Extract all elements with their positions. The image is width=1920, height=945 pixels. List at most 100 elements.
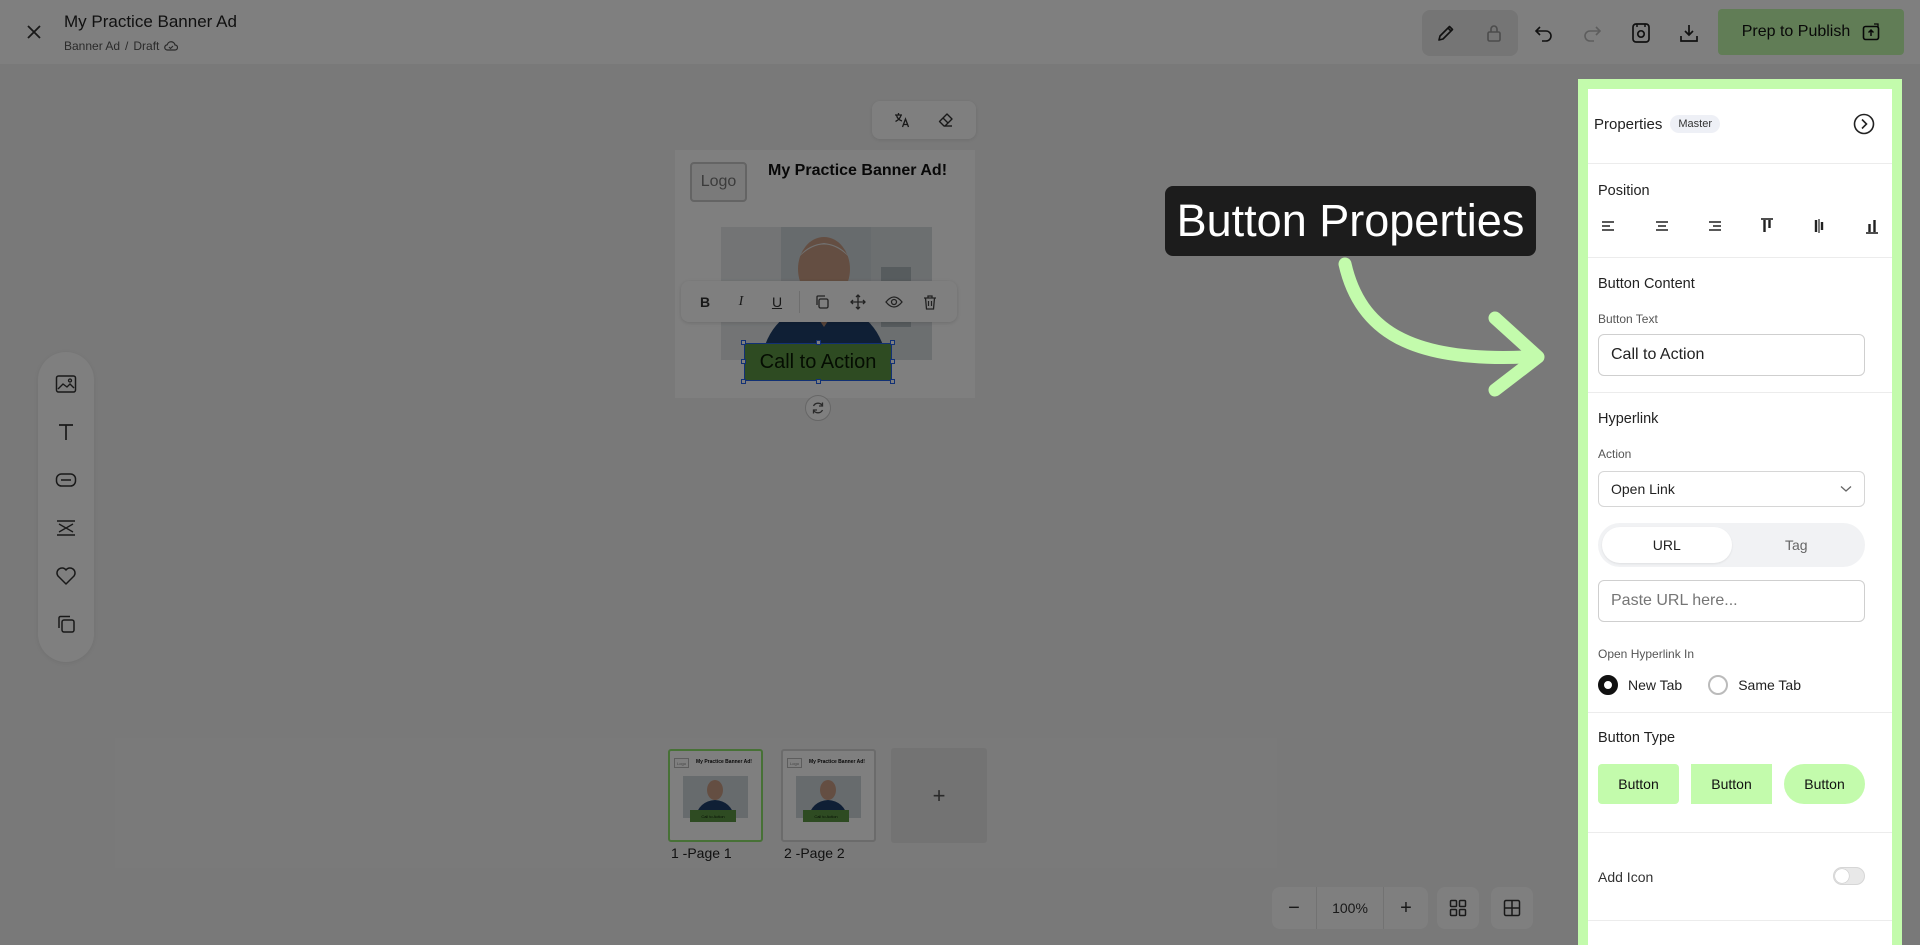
resize-handle[interactable] <box>816 379 821 384</box>
eraser-icon[interactable] <box>931 105 961 135</box>
align-left-icon[interactable] <box>1598 215 1620 237</box>
align-center-icon[interactable] <box>1651 215 1673 237</box>
thumb-logo: Logo <box>674 758 689 768</box>
action-select[interactable]: Open Link <box>1598 471 1865 507</box>
page-thumbnail-2[interactable]: Logo My Practice Banner Ad! Call to Acti… <box>781 749 876 842</box>
align-right-icon[interactable] <box>1703 215 1725 237</box>
button-text-input[interactable] <box>1598 334 1865 376</box>
publish-label: Prep to Publish <box>1741 23 1851 40</box>
image-icon[interactable] <box>54 372 78 396</box>
panel-title: Properties <box>1594 115 1663 133</box>
breadcrumb-status: Draft <box>133 39 160 53</box>
cta-button-selected[interactable]: Call to Action <box>744 343 892 381</box>
move-icon[interactable] <box>840 287 876 317</box>
zoom-controls: − 100% + <box>1272 887 1428 929</box>
radio-unselected[interactable] <box>1708 675 1729 695</box>
banner-logo[interactable]: Logo <box>690 162 747 202</box>
delete-icon[interactable] <box>912 287 948 317</box>
resize-handle[interactable] <box>741 340 746 345</box>
action-label: Action <box>1598 447 1632 461</box>
button-type-title: Button Type <box>1598 730 1676 746</box>
divider <box>1588 712 1892 713</box>
button-type-options: Button Button Button <box>1598 764 1865 804</box>
cloud-icon <box>164 40 179 52</box>
grid-view-icon[interactable] <box>1437 887 1479 929</box>
same-tab-label: Same Tab <box>1738 677 1801 693</box>
redo-icon[interactable] <box>1568 10 1616 56</box>
button-properties-callout: Button Properties <box>1165 186 1536 256</box>
properties-panel: Properties Master Position Button Conten… <box>1588 89 1892 945</box>
add-icon-toggle[interactable] <box>1833 867 1865 885</box>
add-page-button[interactable]: + <box>891 748 987 843</box>
expand-panel-icon[interactable] <box>1852 112 1876 136</box>
resize-handle[interactable] <box>741 359 746 364</box>
divider <box>1588 832 1892 833</box>
position-controls <box>1598 215 1883 237</box>
prep-to-publish-button[interactable]: Prep to Publish <box>1718 9 1904 55</box>
divider <box>1588 163 1892 164</box>
pencil-icon[interactable] <box>1422 10 1470 56</box>
top-bar: My Practice Banner Ad Banner Ad / Draft <box>0 0 1920 64</box>
breadcrumb-separator: / <box>125 39 129 53</box>
open-in-label: Open Hyperlink In <box>1598 647 1695 661</box>
zoom-level[interactable]: 100% <box>1316 887 1384 929</box>
visibility-icon[interactable] <box>876 287 912 317</box>
heart-icon[interactable] <box>54 564 78 588</box>
radio-selected[interactable] <box>1598 675 1618 695</box>
chevron-down-icon <box>1840 485 1852 493</box>
align-top-icon[interactable] <box>1756 215 1778 237</box>
resize-handle[interactable] <box>816 340 821 345</box>
preview-icon[interactable] <box>1617 10 1665 56</box>
page-thumbnail-1[interactable]: Logo My Practice Banner Ad! Call to Acti… <box>668 749 763 842</box>
translate-icon[interactable] <box>887 105 917 135</box>
banner-title[interactable]: My Practice Banner Ad! <box>768 162 947 180</box>
thumb-title: My Practice Banner Ad! <box>696 759 752 765</box>
callout-arrow-icon <box>1338 257 1545 397</box>
new-tab-label: New Tab <box>1628 677 1683 693</box>
lock-icon[interactable] <box>1470 10 1518 56</box>
radio-new-tab[interactable]: New Tab <box>1598 675 1682 695</box>
underline-button[interactable]: U <box>759 287 795 317</box>
thumb-logo: Logo <box>787 758 802 768</box>
download-icon[interactable] <box>1665 10 1713 56</box>
open-in-options: New Tab Same Tab <box>1598 675 1827 695</box>
close-icon[interactable] <box>22 20 46 44</box>
duplicate-icon[interactable] <box>804 287 840 317</box>
layout-grid-icon[interactable] <box>1491 887 1533 929</box>
button-icon[interactable] <box>54 468 78 492</box>
text-icon[interactable] <box>54 420 78 444</box>
edit-lock-group <box>1422 10 1518 56</box>
zoom-in-button[interactable]: + <box>1384 887 1428 929</box>
resize-handle[interactable] <box>890 359 895 364</box>
italic-button[interactable]: I <box>723 287 759 317</box>
zoom-out-button[interactable]: − <box>1272 887 1316 929</box>
page-label-2: 2 -Page 2 <box>784 845 845 861</box>
align-bottom-icon[interactable] <box>1861 215 1883 237</box>
divider <box>1588 257 1892 258</box>
add-icon-label: Add Icon <box>1598 869 1654 885</box>
tab-tag[interactable]: Tag <box>1732 527 1862 563</box>
spacer-icon[interactable] <box>54 516 78 540</box>
bold-button[interactable]: B <box>687 287 723 317</box>
button-type-rounded[interactable]: Button <box>1598 764 1679 804</box>
rotate-handle-icon[interactable] <box>805 395 831 421</box>
panel-header: Properties Master <box>1594 115 1720 133</box>
link-type-toggle: URL Tag <box>1598 523 1865 567</box>
undo-icon[interactable] <box>1520 10 1568 56</box>
layers-icon[interactable] <box>54 612 78 636</box>
radio-same-tab[interactable]: Same Tab <box>1708 675 1801 695</box>
button-type-square[interactable]: Button <box>1691 764 1772 804</box>
tab-url[interactable]: URL <box>1602 527 1732 563</box>
breadcrumb: Banner Ad / Draft <box>64 39 179 53</box>
banner-canvas[interactable]: Logo My Practice Banner Ad! Call to Acti… <box>675 150 975 398</box>
hyperlink-title: Hyperlink <box>1598 411 1659 427</box>
url-input[interactable] <box>1598 580 1865 622</box>
master-badge: Master <box>1670 115 1720 133</box>
action-selected-value: Open Link <box>1611 481 1675 497</box>
resize-handle[interactable] <box>890 379 895 384</box>
resize-handle[interactable] <box>890 340 895 345</box>
align-middle-icon[interactable] <box>1808 215 1830 237</box>
button-type-pill[interactable]: Button <box>1784 764 1865 804</box>
resize-handle[interactable] <box>741 379 746 384</box>
breadcrumb-type[interactable]: Banner Ad <box>64 39 120 53</box>
